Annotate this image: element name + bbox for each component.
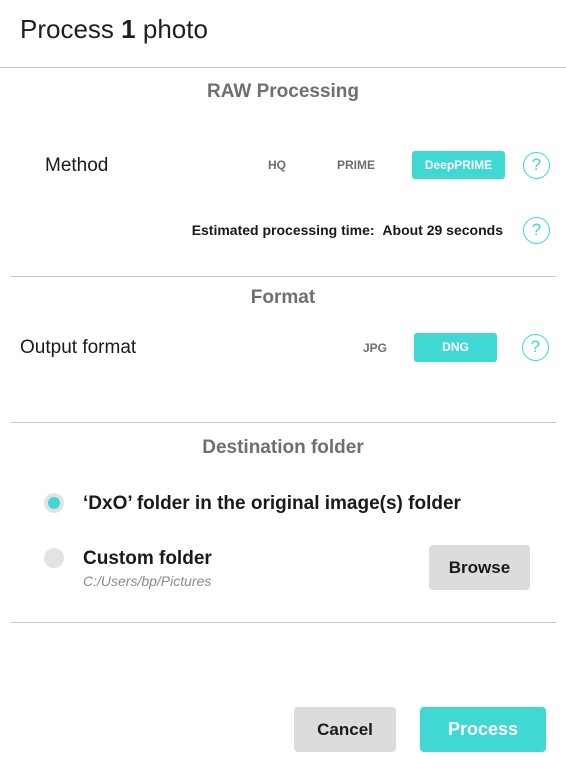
section-divider bbox=[11, 422, 556, 423]
dialog-title-suffix: photo bbox=[142, 14, 208, 44]
help-circle-icon[interactable]: ? bbox=[523, 217, 550, 244]
estimated-time-value: About 29 seconds bbox=[382, 222, 503, 238]
cancel-button[interactable]: Cancel bbox=[294, 707, 396, 752]
format-option-dng[interactable]: DNG bbox=[414, 333, 497, 362]
custom-folder-path: C:/Users/bp/Pictures bbox=[83, 573, 212, 589]
section-divider bbox=[11, 622, 556, 623]
radio-custom-folder-icon[interactable] bbox=[44, 548, 64, 568]
format-section-title: Format bbox=[250, 287, 316, 308]
method-option-prime[interactable]: PRIME bbox=[326, 151, 386, 179]
dialog-title: Process 1 photo bbox=[20, 14, 208, 45]
custom-folder-option-label[interactable]: Custom folder bbox=[83, 548, 212, 570]
help-circle-icon[interactable]: ? bbox=[522, 334, 549, 361]
output-format-label: Output format bbox=[20, 337, 137, 358]
method-option-hq[interactable]: HQ bbox=[257, 151, 297, 179]
title-divider bbox=[0, 67, 566, 68]
browse-button[interactable]: Browse bbox=[429, 545, 530, 590]
estimated-time: Estimated processing time: About 29 seco… bbox=[192, 222, 503, 238]
radio-dxo-folder-icon[interactable] bbox=[44, 493, 64, 513]
destination-section-title: Destination folder bbox=[202, 437, 364, 458]
dialog-title-prefix: Process bbox=[20, 14, 114, 44]
format-option-jpg[interactable]: JPG bbox=[355, 334, 395, 362]
help-circle-icon[interactable]: ? bbox=[523, 152, 550, 179]
estimated-time-label: Estimated processing time: bbox=[191, 222, 375, 238]
dialog-title-count: 1 bbox=[121, 14, 136, 44]
method-label: Method bbox=[45, 155, 109, 176]
section-divider bbox=[11, 276, 556, 277]
dxo-folder-option-label[interactable]: ‘DxO’ folder in the original image(s) fo… bbox=[83, 493, 461, 515]
process-button[interactable]: Process bbox=[420, 707, 546, 752]
method-option-deepprime[interactable]: DeepPRIME bbox=[412, 151, 505, 179]
raw-processing-section-title: RAW Processing bbox=[206, 81, 360, 102]
